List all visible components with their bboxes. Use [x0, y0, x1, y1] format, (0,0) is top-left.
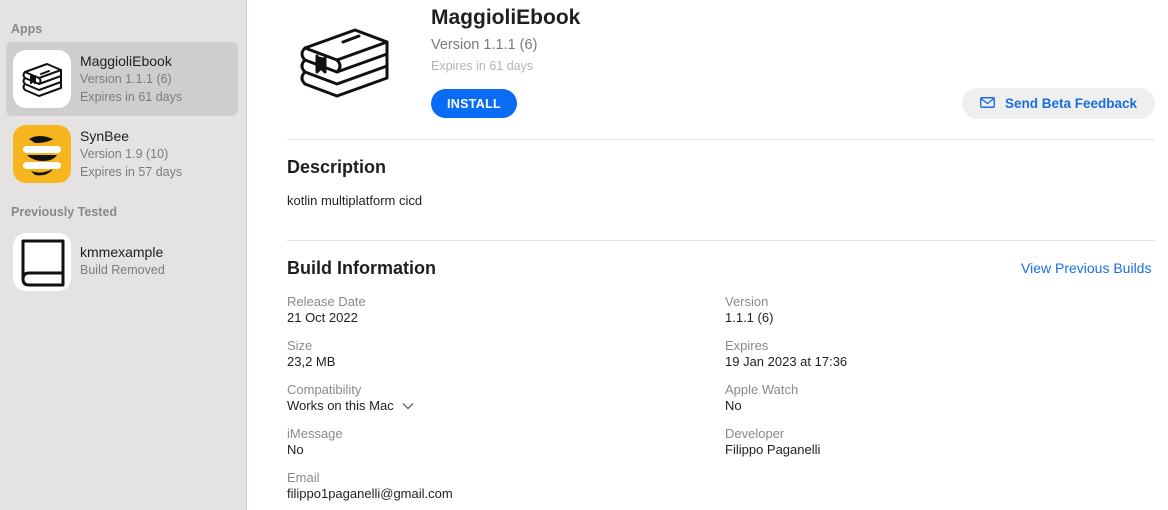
- view-previous-builds-link[interactable]: View Previous Builds: [1021, 260, 1151, 276]
- field-label: Size: [287, 338, 313, 353]
- chevron-down-icon: [402, 398, 414, 414]
- release-date-field: Release Date 21 Oct 2022: [287, 294, 366, 326]
- field-value: Works on this Mac: [287, 398, 394, 413]
- build-info-heading: Build Information: [287, 258, 436, 278]
- email-field: Email filippo1paganelli@gmail.com: [287, 470, 453, 502]
- compatibility-toggle[interactable]: Works on this Mac: [287, 398, 414, 414]
- divider: [287, 139, 1155, 140]
- app-version: Version 1.9 (10): [80, 147, 169, 161]
- app-name: kmmexample: [80, 244, 164, 260]
- feedback-label: Send Beta Feedback: [1004, 96, 1138, 111]
- app-status: Build Removed: [80, 263, 165, 277]
- install-button[interactable]: INSTALL: [431, 89, 517, 118]
- field-label: Expires: [725, 338, 769, 353]
- field-value: 19 Jan 2023 at 17:36: [725, 354, 848, 369]
- field-label: Compatibility: [287, 382, 362, 397]
- field-label: iMessage: [287, 426, 343, 441]
- sidebar: Apps MaggioliEbook Version 1.1.1 (6) Exp…: [0, 0, 247, 510]
- field-value: 21 Oct 2022: [287, 310, 358, 325]
- description-text: kotlin multiplatform cicd: [287, 193, 423, 208]
- app-version: Version 1.1.1 (6): [80, 72, 172, 86]
- divider: [287, 240, 1155, 241]
- app-detail: MaggioliEbook Version 1.1.1 (6) Expires …: [247, 0, 1168, 510]
- field-value: No: [725, 398, 742, 413]
- synbee-logo-icon: [13, 125, 71, 183]
- expires-field: Expires 19 Jan 2023 at 17:36: [725, 338, 847, 370]
- field-value: No: [287, 442, 304, 457]
- app-expiry: Expires in 61 days: [431, 59, 534, 73]
- field-value: 23,2 MB: [287, 354, 336, 369]
- app-version: Version 1.1.1 (6): [431, 37, 538, 53]
- field-value: Filippo Paganelli: [725, 442, 821, 457]
- send-beta-feedback-button[interactable]: Send Beta Feedback: [962, 88, 1155, 119]
- apple-watch-field: Apple Watch No: [725, 382, 798, 414]
- book-icon: [13, 233, 71, 291]
- app-name: MaggioliEbook: [80, 53, 172, 69]
- version-field: Version 1.1.1 (6): [725, 294, 773, 326]
- developer-field: Developer Filippo Paganelli: [725, 426, 820, 458]
- apps-section-label: Apps: [11, 22, 43, 36]
- field-label: Email: [287, 470, 320, 485]
- compatibility-field: Compatibility Works on this Mac: [287, 382, 414, 414]
- field-label: Release Date: [287, 294, 366, 309]
- books-stack-icon: [13, 50, 71, 108]
- field-value: filippo1paganelli@gmail.com: [287, 486, 453, 501]
- sidebar-item-maggioliebook[interactable]: MaggioliEbook Version 1.1.1 (6) Expires …: [6, 42, 238, 116]
- sidebar-item-synbee[interactable]: SynBee Version 1.9 (10) Expires in 57 da…: [6, 117, 238, 191]
- sidebar-item-kmmexample[interactable]: kmmexample Build Removed: [6, 225, 238, 299]
- previously-tested-label: Previously Tested: [11, 205, 118, 219]
- size-field: Size 23,2 MB: [287, 338, 335, 370]
- description-heading: Description: [287, 157, 387, 177]
- books-stack-icon: [297, 22, 393, 102]
- field-label: Apple Watch: [725, 382, 799, 397]
- field-label: Version: [725, 294, 769, 309]
- app-name: SynBee: [80, 128, 130, 144]
- imessage-field: iMessage No: [287, 426, 343, 458]
- envelope-icon: [980, 96, 995, 111]
- field-value: 1.1.1 (6): [725, 310, 774, 325]
- app-title: MaggioliEbook: [431, 6, 581, 29]
- field-label: Developer: [725, 426, 785, 441]
- app-expiry: Expires in 61 days: [80, 90, 183, 104]
- app-expiry: Expires in 57 days: [80, 165, 183, 179]
